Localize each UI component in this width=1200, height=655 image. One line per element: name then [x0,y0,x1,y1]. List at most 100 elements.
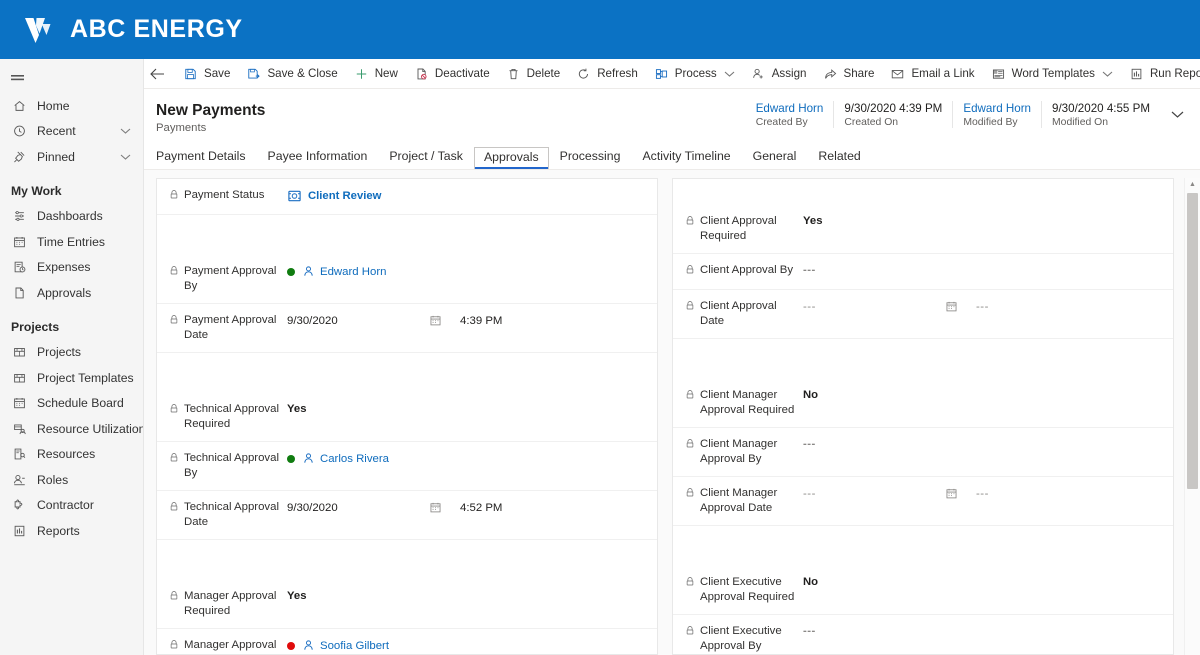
word-templates-button[interactable]: Word Templates [983,61,1121,87]
sidebar-item-projects[interactable]: Projects [0,340,143,366]
process-button[interactable]: Process [646,61,743,87]
assign-button[interactable]: Assign [743,61,815,87]
tab-payment-details[interactable]: Payment Details [156,149,257,169]
scroll-up-arrow-icon[interactable]: ▲ [1189,180,1196,189]
sidebar-item-time-entries[interactable]: Time Entries [0,229,143,255]
record-meta-value[interactable]: Edward Horn [963,101,1031,116]
field-value-text[interactable]: No [803,389,818,401]
field-value-text[interactable]: No [803,576,818,588]
entity-name: Payments [156,122,207,134]
delete-button[interactable]: Delete [498,61,569,87]
field-label-text: Payment Approval By [184,264,287,294]
field-value-text[interactable]: --- [803,625,816,637]
sidebar-item-home[interactable]: Home [0,93,143,119]
status-value[interactable]: Client Review [287,189,381,203]
sidebar-item-expenses[interactable]: Expenses [0,255,143,281]
time-input[interactable]: --- [976,488,989,500]
date-input[interactable]: --- [803,488,945,500]
sidebar-item-dashboards[interactable]: Dashboards [0,204,143,230]
sidebar-item-roles[interactable]: Roles [0,467,143,493]
sidebar-item-project-templates[interactable]: Project Templates [0,365,143,391]
record-meta-value[interactable]: Edward Horn [756,101,824,116]
tab-processing[interactable]: Processing [549,149,632,169]
field-value: Carlos Rivera [287,451,647,465]
status-label[interactable]: Client Review [308,190,381,202]
save-button[interactable]: Save [175,61,238,87]
person-value[interactable]: Soofia Gilbert [287,639,389,652]
date-input[interactable]: --- [803,301,945,313]
calendar-icon[interactable] [945,300,958,313]
calendar-icon[interactable] [945,487,958,500]
field-value: --- --- [803,486,1163,500]
sidebar-item-resource-utilization[interactable]: Resource Utilization [0,416,143,442]
run-report-button[interactable]: Run Report [1121,61,1200,87]
calendar-icon[interactable] [429,501,442,514]
roles-icon [11,472,28,487]
field-value-text[interactable]: Yes [287,590,306,602]
record-header-expand-button[interactable] [1164,101,1190,127]
sidebar-item-pinned[interactable]: Pinned [0,144,143,170]
field-value: --- --- [803,299,1163,313]
date-input[interactable]: 9/30/2020 [287,315,429,327]
person-name[interactable]: Soofia Gilbert [320,640,389,652]
hamburger-menu-button[interactable] [0,63,143,93]
chevron-down-icon[interactable] [120,124,131,138]
back-button[interactable] [150,61,165,87]
field-value-text[interactable]: Yes [803,215,822,227]
vertical-scrollbar[interactable]: ▲ [1184,178,1200,655]
resource-utilization-icon [11,421,28,436]
sidebar-item-contractor[interactable]: Contractor [0,493,143,519]
date-input[interactable]: 9/30/2020 [287,502,429,514]
share-button[interactable]: Share [815,61,883,87]
share-icon [823,67,838,81]
sidebar-item-label: Home [37,98,70,113]
refresh-button[interactable]: Refresh [568,61,646,87]
tab-payee-information[interactable]: Payee Information [257,149,379,169]
save-close-button[interactable]: Save & Close [238,61,345,87]
field-label-line1: Client Approval By [700,264,794,276]
sidebar-item-recent[interactable]: Recent [0,119,143,145]
field-label-text: Client Approval Date [700,299,803,329]
chevron-down-icon[interactable] [1102,70,1113,78]
new-button[interactable]: New [346,61,406,87]
grid-icon [11,370,28,385]
tab-approvals[interactable]: Approvals [473,147,549,169]
field-label-text: Client Approval By [700,263,793,278]
record-header-meta: Edward Horn Created By 9/30/2020 4:39 PM Cr… [746,101,1190,128]
person-name[interactable]: Carlos Rivera [320,453,389,465]
field-value: 9/30/2020 4:39 PM [287,313,647,327]
person-value[interactable]: Carlos Rivera [287,452,389,465]
tab-general[interactable]: General [742,149,808,169]
sidebar-item-schedule-board[interactable]: Schedule Board [0,391,143,417]
form-field-payment-status: Payment Status Client Review [157,179,657,215]
time-input[interactable]: --- [976,301,989,313]
chevron-down-icon[interactable] [724,70,735,78]
sidebar-item-resources[interactable]: Resources [0,442,143,468]
calendar-icon[interactable] [429,314,442,327]
command-label: Share [843,67,875,80]
tab-related[interactable]: Related [807,149,871,169]
record-header: New Payments Payments Edward Horn Created… [144,89,1200,140]
record-meta-modified-by: Edward Horn Modified By [952,101,1041,128]
person-name[interactable]: Edward Horn [320,266,386,278]
scrollbar-thumb[interactable] [1187,193,1198,489]
field-label-text: Manager Approval Required [184,589,276,619]
field-value-text[interactable]: Yes [287,403,306,415]
tab-activity-timeline[interactable]: Activity Timeline [631,149,741,169]
field-value-text[interactable]: --- [803,438,816,450]
email-a-link-button[interactable]: Email a Link [882,61,982,87]
deactivate-button[interactable]: Deactivate [406,61,498,87]
sidebar-item-reports[interactable]: Reports [0,518,143,544]
lock-icon [169,452,180,468]
process-icon [654,67,669,81]
field-value-text[interactable]: --- [803,264,816,276]
scrollbar-track[interactable] [1187,193,1198,655]
person-value[interactable]: Edward Horn [287,265,386,278]
time-input[interactable]: 4:52 PM [460,502,502,514]
time-input[interactable]: 4:39 PM [460,315,502,327]
tab-project-task[interactable]: Project / Task [378,149,474,169]
chevron-down-icon[interactable] [120,150,131,164]
sidebar-item-approvals[interactable]: Approvals [0,280,143,306]
calendar-icon [11,234,28,249]
field-label-text: Technical Approval Required [184,402,279,432]
